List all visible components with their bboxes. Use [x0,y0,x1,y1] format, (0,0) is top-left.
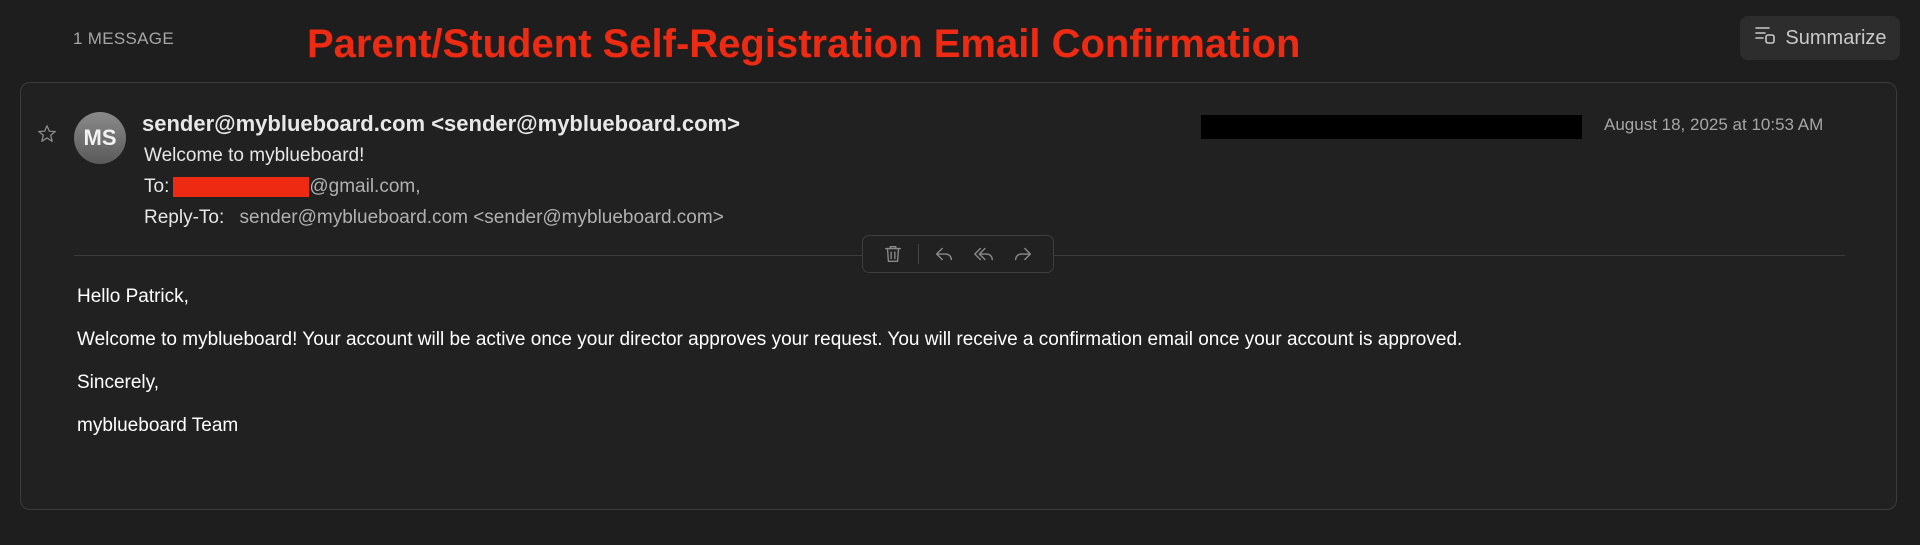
page-title: Parent/Student Self-Registration Email C… [307,22,1301,66]
toolbar-separator [918,244,920,264]
avatar: MS [74,112,126,164]
body-closing: Sincerely, [77,372,160,393]
reply-icon[interactable] [930,240,958,268]
reply-to-label: Reply-To: [144,207,225,228]
mail-viewer: 1 MESSAGE Parent/Student Self-Registrati… [0,0,1920,545]
reply-all-icon[interactable] [970,240,998,268]
body-paragraph: Welcome to myblueboard! Your account wil… [77,329,1463,350]
message-actions-toolbar [862,235,1054,273]
summarize-button[interactable]: Summarize [1740,16,1900,60]
to-address[interactable]: @gmail.com, [309,176,420,198]
message-count: 1 MESSAGE [73,29,174,48]
star-icon[interactable] [36,123,58,145]
sender-address[interactable]: sender@myblueboard.com <sender@myblueboa… [142,111,740,137]
summarize-label: Summarize [1785,26,1887,49]
email-subject: Welcome to myblueboard! [144,145,365,166]
body-signature: myblueboard Team [77,415,239,436]
to-line: To: @gmail.com, [144,176,421,198]
reply-to-address[interactable]: sender@myblueboard.com <sender@myblueboa… [240,207,724,228]
trash-icon[interactable] [879,240,907,268]
summarize-icon [1753,23,1777,53]
email-date: August 18, 2025 at 10:53 AM [1604,115,1824,134]
redaction-block [173,177,310,197]
reply-to-line: Reply-To: sender@myblueboard.com <sender… [144,207,724,229]
redaction-block-black [1201,115,1582,139]
body-greeting: Hello Patrick, [77,286,189,307]
email-card: MS sender@myblueboard.com <sender@myblue… [20,82,1897,510]
forward-icon[interactable] [1009,240,1037,268]
email-body: Hello Patrick, Welcome to myblueboard! Y… [77,285,1462,457]
to-label: To: [144,176,170,197]
